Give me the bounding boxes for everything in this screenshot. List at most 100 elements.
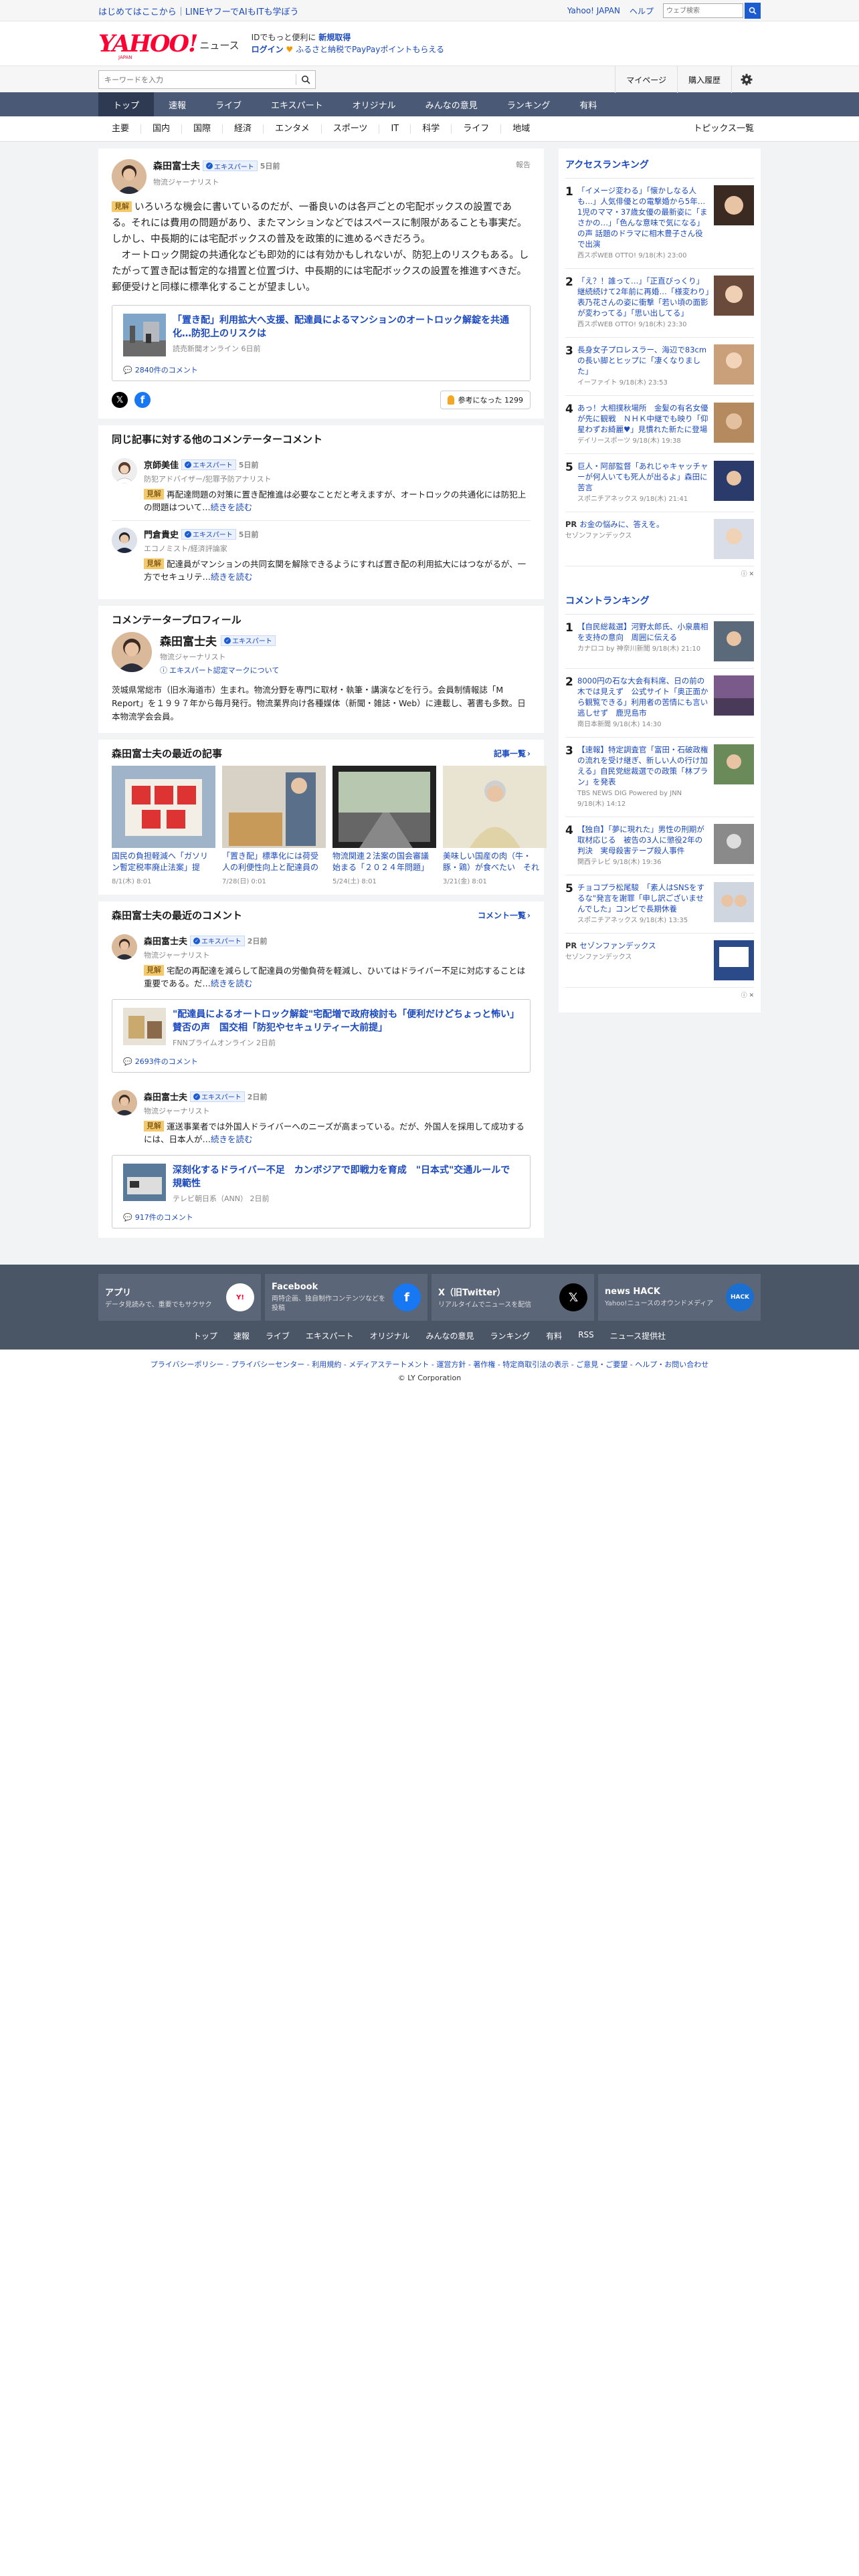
read-more-link[interactable]: 続きを読む [211, 572, 253, 582]
ranking-item[interactable]: 3 長身女子プロレスラー、海辺で83cmの長い脚とヒップに「凄くなりました」 イー… [565, 338, 754, 396]
avatar[interactable] [112, 1090, 137, 1115]
mypage-link[interactable]: マイページ [615, 66, 677, 93]
pr-item[interactable]: PR お金の悩みに、答えを。 セゾンファンデックス [565, 512, 754, 566]
ranking-item[interactable]: 1 「イメージ変わる」「懐かしなる人も…」人気俳優との電撃婚から5年…1児のママ… [565, 179, 754, 269]
source-article-card[interactable]: 「置き配」利用拡大へ支援、配達員によるマンションのオートロック解錠を共通化…防犯… [112, 305, 531, 381]
nav-ranking[interactable]: ランキング [492, 92, 565, 116]
avatar[interactable] [112, 934, 137, 960]
ranking-item[interactable]: 2 「え？！誰って…」「正直びっくり」継続続けて2年前に再婚…「様変わり」表乃花… [565, 269, 754, 338]
ranking-title: 【速報】特定調査官「富田・石破政権の流れを受け継ぎ、新しい人の行け加える」自民党… [577, 745, 708, 786]
ranking-item[interactable]: 2 8000円の石な大会有料席、日の前の木では見えず 公式サイト「奥正面から観覧… [565, 669, 754, 738]
cat-international[interactable]: 国際 [182, 124, 223, 134]
ranking-title: 【自民総裁選】河野太郎氏、小泉農相を支持の意向 周囲に伝える [577, 622, 708, 642]
avatar[interactable] [112, 528, 137, 553]
profile-bio: 茨城県常総市（旧水海道市）生まれ。物流分野を専門に取材・執筆・講演などを行う。会… [112, 685, 526, 722]
avatar[interactable] [112, 632, 152, 672]
ranking-item[interactable]: 4 【独自】「夢に現れた」男性の刑期が取材応じる 被告の3人に懲役2年の判決 実… [565, 817, 754, 875]
read-more-link[interactable]: 続きを読む [211, 1134, 253, 1144]
ranking-item[interactable]: 5 チョコプラ松尾駿 「素人はSNSをするな"発言を謝罪「申し訳ございませんでし… [565, 875, 754, 934]
yahoo-news-logo[interactable]: YAHOO! JAPAN ニュース [98, 30, 240, 61]
cat-life[interactable]: ライフ [452, 124, 502, 134]
article-item[interactable]: 国民の負担軽減へ「ガソリン暫定税率廃止法案」提出、国は物流… 8/1(木) 8:… [112, 766, 215, 885]
ranking-item[interactable]: 3 【速報】特定調査官「富田・石破政権の流れを受け継ぎ、新しい人の行け加える」自… [565, 738, 754, 817]
settings-button[interactable] [731, 66, 761, 93]
promo-link[interactable]: はじめてはここから｜LINEヤフーでAIもITも学ぼう [98, 5, 298, 17]
ranking-item[interactable]: 1 【自民総裁選】河野太郎氏、小泉農相を支持の意向 周囲に伝える カナロコ by … [565, 615, 754, 669]
nav-opinions[interactable]: みんなの意見 [411, 92, 492, 116]
facebook-share-icon[interactable]: f [134, 392, 151, 408]
comments-list-link[interactable]: コメント一覧 › [478, 909, 531, 921]
read-more-link[interactable]: 続きを読む [211, 502, 253, 512]
news-search-button[interactable] [296, 75, 315, 84]
ad-choices-icon[interactable]: ⓘ ✕ [565, 566, 754, 584]
avatar[interactable] [112, 159, 147, 194]
commenter-name[interactable]: 森田富士夫 [144, 934, 187, 947]
purchase-history-link[interactable]: 購入履歴 [676, 66, 731, 93]
profile-name[interactable]: 森田富士夫 [160, 632, 217, 649]
cat-it[interactable]: IT [379, 124, 411, 134]
cat-science[interactable]: 科学 [411, 124, 452, 134]
topics-list-link[interactable]: トピックス一覧 [682, 124, 761, 134]
footer-link[interactable]: オリジナル [370, 1330, 410, 1341]
article-comments-link[interactable]: 💬 917件のコメント [123, 1212, 519, 1222]
cat-domestic[interactable]: 国内 [141, 124, 183, 134]
footer-app-card[interactable]: アプリ データ見読みで、重要でもサクサク Y! [98, 1274, 261, 1321]
nav-paid[interactable]: 有料 [565, 92, 611, 116]
lightbulb-icon [447, 395, 454, 405]
article-comments-link[interactable]: 💬 2693件のコメント [123, 1056, 519, 1067]
nav-breaking[interactable]: 速報 [154, 92, 201, 116]
pr-item[interactable]: PR セゾンファンデックス セゾンファンデックス [565, 934, 754, 988]
cat-economy[interactable]: 経済 [223, 124, 264, 134]
footer-link[interactable]: みんなの意見 [426, 1330, 474, 1341]
footer-x-card[interactable]: X（旧Twitter） リアルタイムでニュースを配信 𝕏 [432, 1274, 594, 1321]
ranking-item[interactable]: 4 あっ！大相撲秋場所 金髪の有名女優が先に観戦 ＮＨＫ中継でも映り「仰星わずお… [565, 396, 754, 454]
read-more-link[interactable]: 続きを読む [211, 978, 253, 988]
helpful-button[interactable]: 参考になった 1299 [440, 391, 531, 409]
author-name[interactable]: 森田富士夫 [153, 159, 200, 173]
avatar[interactable] [112, 458, 137, 484]
nav-expert[interactable]: エキスパート [256, 92, 338, 116]
help-link[interactable]: ヘルプ [630, 5, 654, 17]
ad-choices-icon[interactable]: ⓘ ✕ [565, 988, 754, 1006]
footer-facebook-card[interactable]: Facebook 両特企画、独自制作コンテンツなどを投稿 f [265, 1274, 427, 1321]
articles-list-link[interactable]: 記事一覧 › [494, 748, 531, 759]
cat-entertainment[interactable]: エンタメ [264, 124, 322, 134]
footer-link[interactable]: 有料 [546, 1330, 562, 1341]
yahoo-japan-link[interactable]: Yahoo! JAPAN [567, 6, 620, 15]
report-link[interactable]: 報告 [516, 159, 531, 170]
nav-original[interactable]: オリジナル [338, 92, 411, 116]
expert-mark-info-link[interactable]: ⓘ エキスパート認定マークについて [160, 665, 279, 675]
commenter-name[interactable]: 門倉貴史 [144, 528, 179, 540]
source-article-card[interactable]: 深刻化するドライバー不足 カンボジアで即戦力を育成 "日本式"交通ルールで規範性… [112, 1155, 531, 1228]
footer-newshack-card[interactable]: news HACK Yahoo!ニュースのオウンドメディア HACK [598, 1274, 761, 1321]
article-item[interactable]: 「置き配」標準化には荷受人の利便性向上と配達員の労働負荷軽… 7/28(日) 0… [222, 766, 326, 885]
article-item[interactable]: 物流関連２法案の国会審議始まる「２０２４年問題」の解決に向… 5/24(土) 8… [326, 760, 442, 885]
web-search-input[interactable] [663, 3, 743, 18]
web-search-button[interactable] [745, 3, 761, 19]
policy-links[interactable]: プライバシーポリシー - プライバシーセンター - 利用規約 - メディアステー… [0, 1359, 859, 1370]
cat-sports[interactable]: スポーツ [322, 124, 380, 134]
signup-link[interactable]: 新規取得 [318, 33, 351, 42]
nav-top[interactable]: トップ [98, 92, 155, 116]
article-date: 5/24(土) 8:01 [332, 878, 377, 885]
cat-local[interactable]: 地域 [501, 124, 541, 134]
furusato-link[interactable]: ふるさと納税でPayPayポイントもらえる [296, 45, 444, 54]
footer-link[interactable]: トップ [193, 1330, 217, 1341]
footer-link[interactable]: ニュース提供社 [610, 1330, 666, 1341]
footer-link[interactable]: 速報 [233, 1330, 250, 1341]
source-article-card[interactable]: "配達員によるオートロック解錠"宅配増で政府検討も「便利だけどちょっと怖い」賛否… [112, 999, 531, 1073]
commenter-name[interactable]: 京師美佳 [144, 458, 179, 471]
x-share-icon[interactable]: 𝕏 [112, 392, 128, 408]
nav-live[interactable]: ライブ [201, 92, 256, 116]
commenter-name[interactable]: 森田富士夫 [144, 1090, 187, 1103]
footer-link[interactable]: エキスパート [306, 1330, 354, 1341]
article-item[interactable]: 美味しい国産の肉（牛・豚・鶏）が食べたい それにはトラ… 3/21(金) 8:0… [443, 766, 547, 885]
footer-link[interactable]: RSS [578, 1330, 594, 1341]
footer-link[interactable]: ランキング [490, 1330, 531, 1341]
article-comments-link[interactable]: 💬 2840件のコメント [123, 364, 519, 375]
login-link[interactable]: ログイン [252, 45, 284, 54]
news-search-input[interactable] [99, 71, 296, 88]
cat-main[interactable]: 主要 [98, 124, 142, 134]
footer-link[interactable]: ライブ [266, 1330, 290, 1341]
ranking-item[interactable]: 5 巨人・阿部監督「あれじゃキャッチャーが何人いても死人が出るよ」森田に苦言 スポ… [565, 454, 754, 512]
